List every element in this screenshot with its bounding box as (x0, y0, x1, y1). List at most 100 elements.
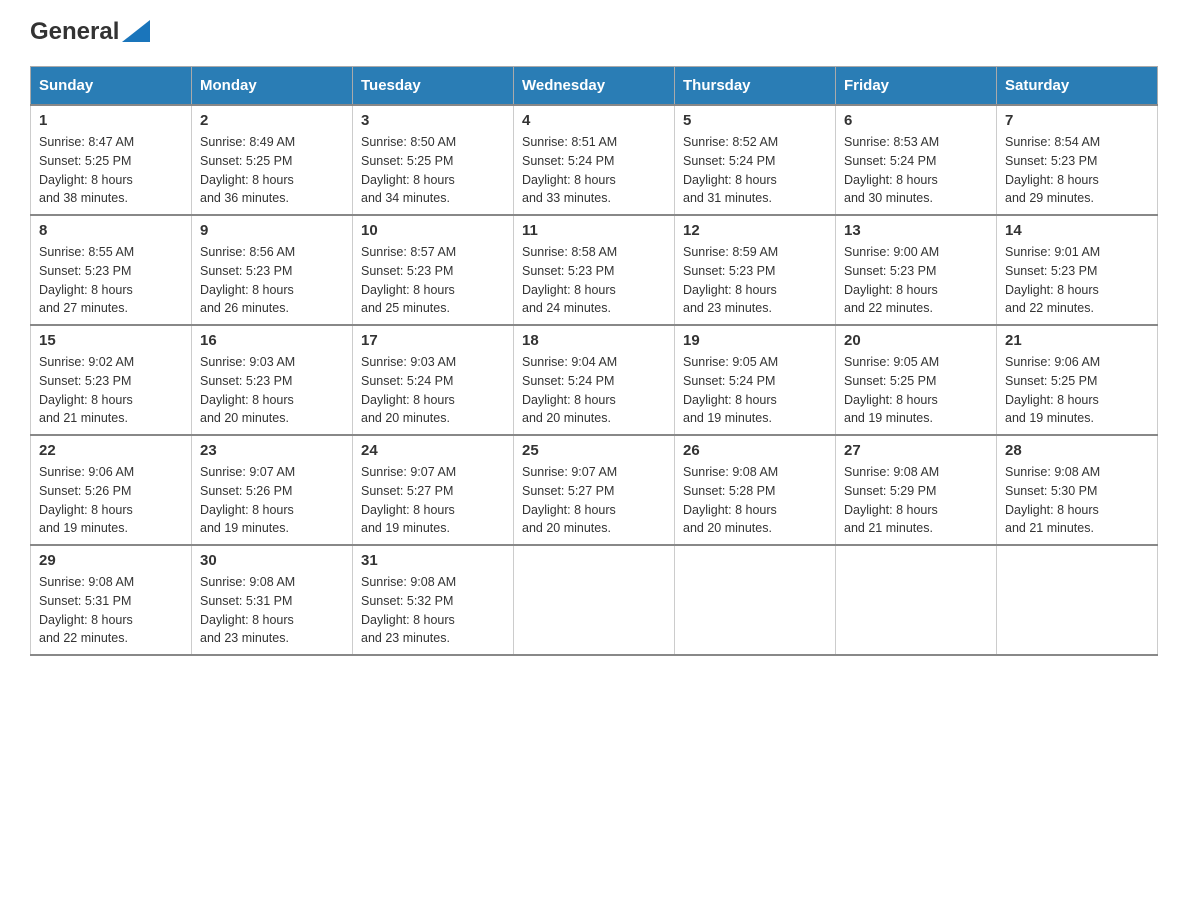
day-number: 28 (1005, 442, 1149, 459)
day-info: Sunrise: 8:56 AM Sunset: 5:23 PM Dayligh… (200, 245, 295, 315)
calendar-cell (675, 545, 836, 655)
day-info: Sunrise: 9:01 AM Sunset: 5:23 PM Dayligh… (1005, 245, 1100, 315)
day-info: Sunrise: 8:59 AM Sunset: 5:23 PM Dayligh… (683, 245, 778, 315)
day-number: 16 (200, 332, 344, 349)
calendar-cell: 26 Sunrise: 9:08 AM Sunset: 5:28 PM Dayl… (675, 435, 836, 545)
calendar-cell: 23 Sunrise: 9:07 AM Sunset: 5:26 PM Dayl… (192, 435, 353, 545)
day-info: Sunrise: 9:06 AM Sunset: 5:26 PM Dayligh… (39, 465, 134, 535)
calendar-cell: 9 Sunrise: 8:56 AM Sunset: 5:23 PM Dayli… (192, 215, 353, 325)
calendar-cell: 16 Sunrise: 9:03 AM Sunset: 5:23 PM Dayl… (192, 325, 353, 435)
day-number: 5 (683, 112, 827, 129)
calendar-cell: 15 Sunrise: 9:02 AM Sunset: 5:23 PM Dayl… (31, 325, 192, 435)
day-number: 24 (361, 442, 505, 459)
day-info: Sunrise: 9:06 AM Sunset: 5:25 PM Dayligh… (1005, 355, 1100, 425)
day-number: 2 (200, 112, 344, 129)
day-info: Sunrise: 8:51 AM Sunset: 5:24 PM Dayligh… (522, 135, 617, 205)
calendar-cell: 25 Sunrise: 9:07 AM Sunset: 5:27 PM Dayl… (514, 435, 675, 545)
calendar-header-saturday: Saturday (997, 67, 1158, 106)
day-info: Sunrise: 9:04 AM Sunset: 5:24 PM Dayligh… (522, 355, 617, 425)
calendar-cell: 5 Sunrise: 8:52 AM Sunset: 5:24 PM Dayli… (675, 105, 836, 215)
calendar-cell: 17 Sunrise: 9:03 AM Sunset: 5:24 PM Dayl… (353, 325, 514, 435)
calendar-cell: 3 Sunrise: 8:50 AM Sunset: 5:25 PM Dayli… (353, 105, 514, 215)
day-info: Sunrise: 8:57 AM Sunset: 5:23 PM Dayligh… (361, 245, 456, 315)
calendar-table: SundayMondayTuesdayWednesdayThursdayFrid… (30, 66, 1158, 656)
day-info: Sunrise: 8:47 AM Sunset: 5:25 PM Dayligh… (39, 135, 134, 205)
day-number: 4 (522, 112, 666, 129)
calendar-week-row: 8 Sunrise: 8:55 AM Sunset: 5:23 PM Dayli… (31, 215, 1158, 325)
day-number: 3 (361, 112, 505, 129)
day-info: Sunrise: 9:05 AM Sunset: 5:24 PM Dayligh… (683, 355, 778, 425)
day-number: 18 (522, 332, 666, 349)
day-info: Sunrise: 8:54 AM Sunset: 5:23 PM Dayligh… (1005, 135, 1100, 205)
logo-line1: General (30, 18, 150, 45)
day-info: Sunrise: 9:00 AM Sunset: 5:23 PM Dayligh… (844, 245, 939, 315)
day-number: 10 (361, 222, 505, 239)
calendar-cell: 29 Sunrise: 9:08 AM Sunset: 5:31 PM Dayl… (31, 545, 192, 655)
calendar-header-friday: Friday (836, 67, 997, 106)
day-number: 6 (844, 112, 988, 129)
day-info: Sunrise: 9:03 AM Sunset: 5:23 PM Dayligh… (200, 355, 295, 425)
day-number: 22 (39, 442, 183, 459)
day-number: 19 (683, 332, 827, 349)
calendar-cell: 2 Sunrise: 8:49 AM Sunset: 5:25 PM Dayli… (192, 105, 353, 215)
calendar-cell (997, 545, 1158, 655)
calendar-cell: 27 Sunrise: 9:08 AM Sunset: 5:29 PM Dayl… (836, 435, 997, 545)
calendar-cell: 12 Sunrise: 8:59 AM Sunset: 5:23 PM Dayl… (675, 215, 836, 325)
day-info: Sunrise: 9:05 AM Sunset: 5:25 PM Dayligh… (844, 355, 939, 425)
day-info: Sunrise: 9:08 AM Sunset: 5:31 PM Dayligh… (200, 575, 295, 645)
calendar-week-row: 15 Sunrise: 9:02 AM Sunset: 5:23 PM Dayl… (31, 325, 1158, 435)
calendar-cell: 30 Sunrise: 9:08 AM Sunset: 5:31 PM Dayl… (192, 545, 353, 655)
day-info: Sunrise: 8:55 AM Sunset: 5:23 PM Dayligh… (39, 245, 134, 315)
calendar-cell: 22 Sunrise: 9:06 AM Sunset: 5:26 PM Dayl… (31, 435, 192, 545)
day-info: Sunrise: 8:50 AM Sunset: 5:25 PM Dayligh… (361, 135, 456, 205)
day-number: 7 (1005, 112, 1149, 129)
day-number: 29 (39, 552, 183, 569)
day-info: Sunrise: 9:07 AM Sunset: 5:26 PM Dayligh… (200, 465, 295, 535)
day-info: Sunrise: 8:52 AM Sunset: 5:24 PM Dayligh… (683, 135, 778, 205)
day-info: Sunrise: 9:03 AM Sunset: 5:24 PM Dayligh… (361, 355, 456, 425)
day-number: 20 (844, 332, 988, 349)
calendar-header-tuesday: Tuesday (353, 67, 514, 106)
day-number: 30 (200, 552, 344, 569)
calendar-cell: 8 Sunrise: 8:55 AM Sunset: 5:23 PM Dayli… (31, 215, 192, 325)
calendar-week-row: 22 Sunrise: 9:06 AM Sunset: 5:26 PM Dayl… (31, 435, 1158, 545)
day-info: Sunrise: 9:08 AM Sunset: 5:31 PM Dayligh… (39, 575, 134, 645)
calendar-header-thursday: Thursday (675, 67, 836, 106)
calendar-cell: 20 Sunrise: 9:05 AM Sunset: 5:25 PM Dayl… (836, 325, 997, 435)
day-info: Sunrise: 9:02 AM Sunset: 5:23 PM Dayligh… (39, 355, 134, 425)
calendar-cell: 24 Sunrise: 9:07 AM Sunset: 5:27 PM Dayl… (353, 435, 514, 545)
day-info: Sunrise: 9:07 AM Sunset: 5:27 PM Dayligh… (361, 465, 456, 535)
calendar-cell: 19 Sunrise: 9:05 AM Sunset: 5:24 PM Dayl… (675, 325, 836, 435)
day-number: 31 (361, 552, 505, 569)
day-number: 11 (522, 222, 666, 239)
calendar-cell: 18 Sunrise: 9:04 AM Sunset: 5:24 PM Dayl… (514, 325, 675, 435)
day-number: 25 (522, 442, 666, 459)
calendar-cell: 4 Sunrise: 8:51 AM Sunset: 5:24 PM Dayli… (514, 105, 675, 215)
calendar-cell: 14 Sunrise: 9:01 AM Sunset: 5:23 PM Dayl… (997, 215, 1158, 325)
day-info: Sunrise: 9:08 AM Sunset: 5:32 PM Dayligh… (361, 575, 456, 645)
day-number: 14 (1005, 222, 1149, 239)
day-info: Sunrise: 9:08 AM Sunset: 5:29 PM Dayligh… (844, 465, 939, 535)
day-info: Sunrise: 8:53 AM Sunset: 5:24 PM Dayligh… (844, 135, 939, 205)
day-number: 1 (39, 112, 183, 129)
calendar-cell: 13 Sunrise: 9:00 AM Sunset: 5:23 PM Dayl… (836, 215, 997, 325)
page-header: General (30, 20, 1158, 46)
day-number: 26 (683, 442, 827, 459)
day-number: 17 (361, 332, 505, 349)
day-info: Sunrise: 9:08 AM Sunset: 5:30 PM Dayligh… (1005, 465, 1100, 535)
day-info: Sunrise: 9:08 AM Sunset: 5:28 PM Dayligh… (683, 465, 778, 535)
calendar-cell: 28 Sunrise: 9:08 AM Sunset: 5:30 PM Dayl… (997, 435, 1158, 545)
calendar-cell: 10 Sunrise: 8:57 AM Sunset: 5:23 PM Dayl… (353, 215, 514, 325)
day-number: 21 (1005, 332, 1149, 349)
calendar-header-monday: Monday (192, 67, 353, 106)
day-info: Sunrise: 8:58 AM Sunset: 5:23 PM Dayligh… (522, 245, 617, 315)
day-number: 8 (39, 222, 183, 239)
calendar-cell (514, 545, 675, 655)
calendar-header-row: SundayMondayTuesdayWednesdayThursdayFrid… (31, 67, 1158, 106)
calendar-week-row: 1 Sunrise: 8:47 AM Sunset: 5:25 PM Dayli… (31, 105, 1158, 215)
calendar-cell (836, 545, 997, 655)
calendar-cell: 21 Sunrise: 9:06 AM Sunset: 5:25 PM Dayl… (997, 325, 1158, 435)
logo-text: General (30, 20, 150, 46)
day-info: Sunrise: 9:07 AM Sunset: 5:27 PM Dayligh… (522, 465, 617, 535)
calendar-week-row: 29 Sunrise: 9:08 AM Sunset: 5:31 PM Dayl… (31, 545, 1158, 655)
